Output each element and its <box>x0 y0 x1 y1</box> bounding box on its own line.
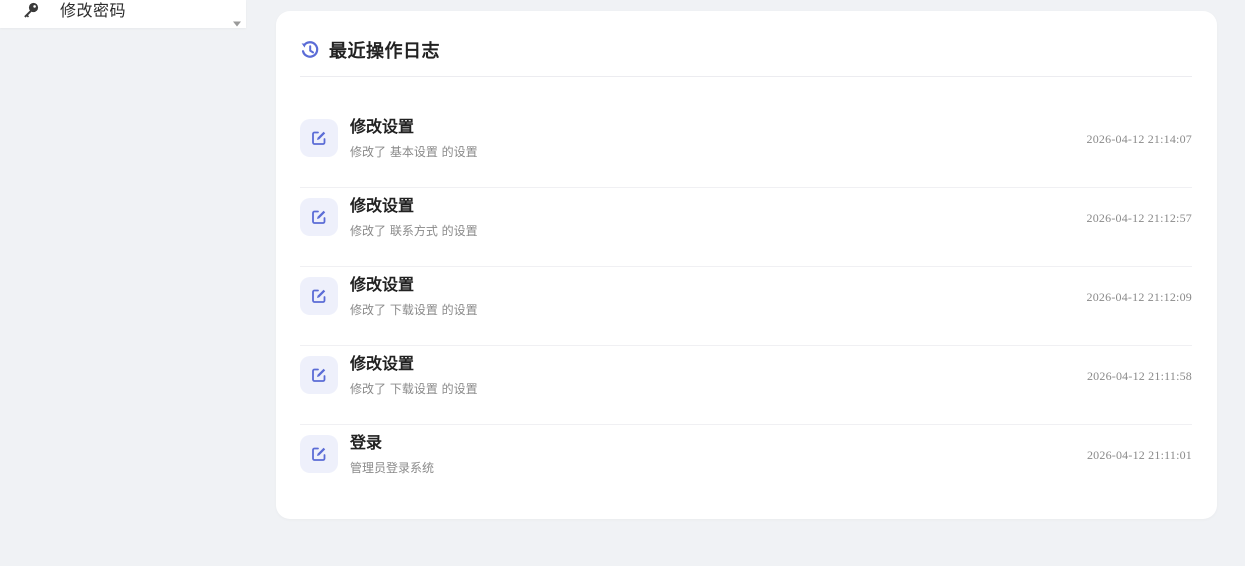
log-title: 登录 <box>350 433 383 452</box>
log-list: 修改设置 修改了 基本设置 的设置 2026-04-12 21:14:07 修改… <box>300 109 1192 504</box>
recent-logs-card: 最近操作日志 修改设置 修改了 基本设置 的设置 2026-04-12 21:1… <box>276 11 1217 519</box>
page: 修改密码 最近操作日志 修改设置 修改了 基本设置 的设置 2026-04-12… <box>0 0 1245 566</box>
log-description: 修改了 下载设置 的设置 <box>350 382 478 396</box>
key-icon <box>22 1 40 19</box>
log-item: 修改设置 修改了 下载设置 的设置 2026-04-12 21:12:09 <box>300 267 1192 346</box>
edit-icon <box>300 277 338 315</box>
log-item: 修改设置 修改了 下载设置 的设置 2026-04-12 21:11:58 <box>300 346 1192 425</box>
log-description: 管理员登录系统 <box>350 461 435 475</box>
log-title: 修改设置 <box>350 275 415 294</box>
log-item: 修改设置 修改了 基本设置 的设置 2026-04-12 21:14:07 <box>300 109 1192 188</box>
menu-item-label: 修改密码 <box>60 1 127 20</box>
log-description: 修改了 基本设置 的设置 <box>350 145 478 159</box>
log-title: 修改设置 <box>350 354 415 373</box>
log-item: 修改设置 修改了 联系方式 的设置 2026-04-12 21:12:57 <box>300 188 1192 267</box>
log-title: 修改设置 <box>350 196 415 215</box>
divider <box>300 76 1192 77</box>
log-description: 修改了 联系方式 的设置 <box>350 224 478 238</box>
history-icon <box>300 40 320 60</box>
card-title: 最近操作日志 <box>329 41 440 62</box>
user-dropdown-menu: 修改密码 <box>0 0 246 28</box>
log-timestamp: 2026-04-12 21:14:07 <box>1086 132 1192 146</box>
log-item: 登录 管理员登录系统 2026-04-12 21:11:01 <box>300 425 1192 504</box>
log-timestamp: 2026-04-12 21:12:57 <box>1086 211 1192 225</box>
log-title: 修改设置 <box>350 117 415 136</box>
caret-down-icon[interactable] <box>232 13 242 27</box>
card-header: 最近操作日志 <box>300 37 440 63</box>
edit-icon <box>300 198 338 236</box>
log-timestamp: 2026-04-12 21:11:01 <box>1086 448 1192 462</box>
log-timestamp: 2026-04-12 21:11:58 <box>1086 369 1192 383</box>
edit-icon <box>300 435 338 473</box>
log-timestamp: 2026-04-12 21:12:09 <box>1086 290 1192 304</box>
menu-item-change-password[interactable]: 修改密码 <box>0 0 246 28</box>
log-description: 修改了 下载设置 的设置 <box>350 303 478 317</box>
edit-icon <box>300 119 338 157</box>
edit-icon <box>300 356 338 394</box>
